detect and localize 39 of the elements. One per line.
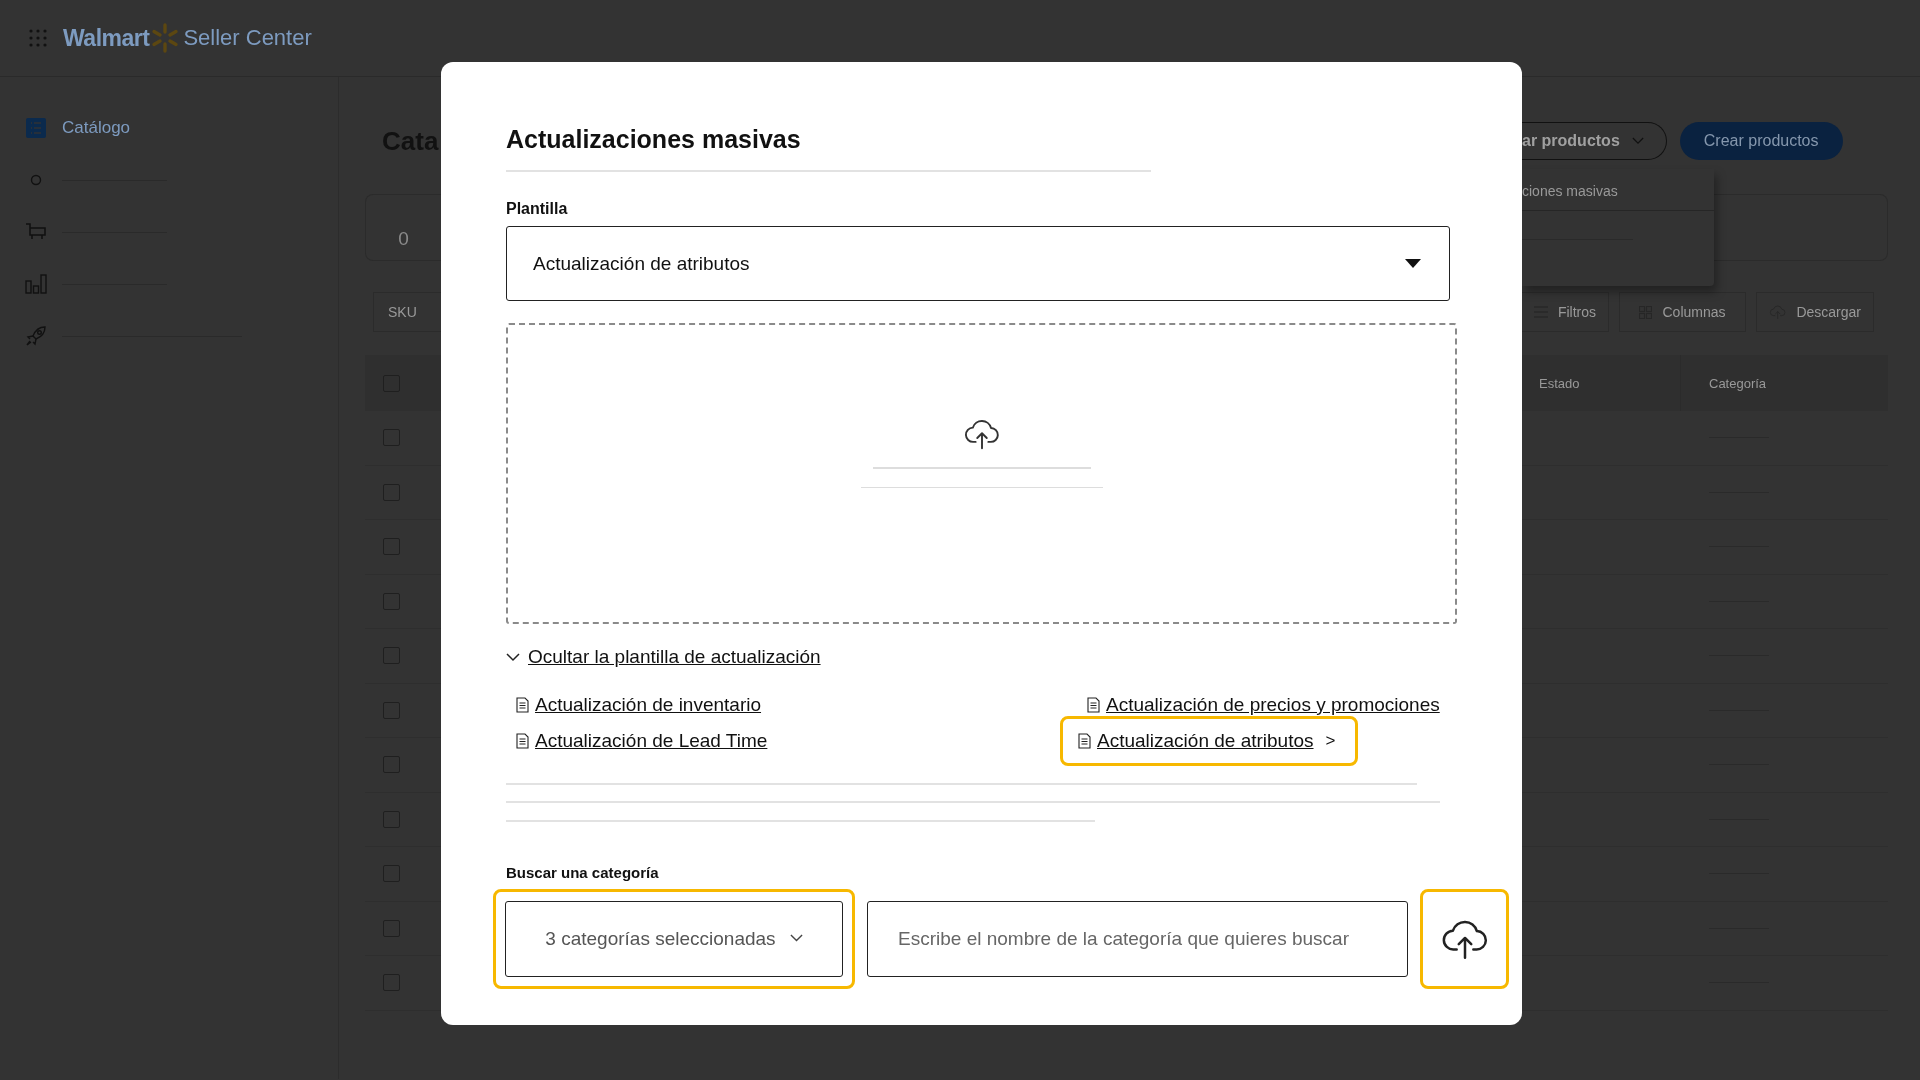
category-search-field[interactable]: Escribe el nombre de la categoría que quieres buscar	[867, 900, 1408, 977]
spark-logo-icon	[151, 23, 180, 53]
create-products-button[interactable]: Crear productos	[1679, 122, 1843, 160]
toolbar-button[interactable]: Descargar	[1756, 292, 1874, 332]
caret-icon	[1405, 259, 1421, 268]
list-icon	[26, 118, 46, 138]
template-link[interactable]: Actualización de precios y promociones	[1106, 694, 1440, 716]
chevron-down-icon	[1631, 137, 1644, 145]
document-icon	[516, 733, 529, 749]
template-link[interactable]: Actualización de Lead Time	[535, 730, 768, 752]
toolbar-button[interactable]: Columnas	[1619, 292, 1746, 332]
category-select[interactable]: 3 categorías seleccionadas	[505, 900, 843, 977]
field-label: Plantilla	[506, 199, 569, 219]
column-header: Categoría	[1709, 375, 1767, 391]
chevron-down-icon	[506, 652, 520, 662]
drop-zone[interactable]	[506, 323, 1457, 624]
select-value: Actualización de atributos	[533, 252, 750, 275]
apps-grid-icon[interactable]	[29, 29, 47, 47]
circle-icon	[30, 174, 42, 186]
document-icon	[1078, 733, 1091, 749]
stat-value: 0	[398, 228, 409, 250]
logo-text: Walmart	[63, 24, 150, 52]
column-header: Estado	[1538, 375, 1581, 391]
field-label: Buscar una categoría	[506, 862, 660, 883]
toggle-template-link[interactable]: Ocultar la plantilla de actualización	[528, 646, 821, 668]
dialog-title: Actualizaciones masivas	[506, 114, 1151, 172]
template-link[interactable]: Actualización de atributos	[1097, 730, 1314, 752]
product-name: Seller Center	[183, 25, 312, 51]
bar-chart-icon	[25, 274, 47, 294]
nav-item[interactable]: Catálogo	[62, 118, 131, 138]
toolbar-button[interactable]: Filtros	[1522, 292, 1609, 332]
document-icon	[1087, 697, 1100, 713]
cart-icon	[25, 223, 47, 241]
document-icon	[516, 697, 529, 713]
template-select[interactable]: Actualización de atributos	[506, 226, 1450, 301]
template-link[interactable]: Actualización de inventario	[535, 694, 762, 716]
chevron-icon: >	[1325, 731, 1336, 751]
rocket-icon	[25, 325, 47, 347]
chevron-down-icon	[789, 934, 803, 943]
